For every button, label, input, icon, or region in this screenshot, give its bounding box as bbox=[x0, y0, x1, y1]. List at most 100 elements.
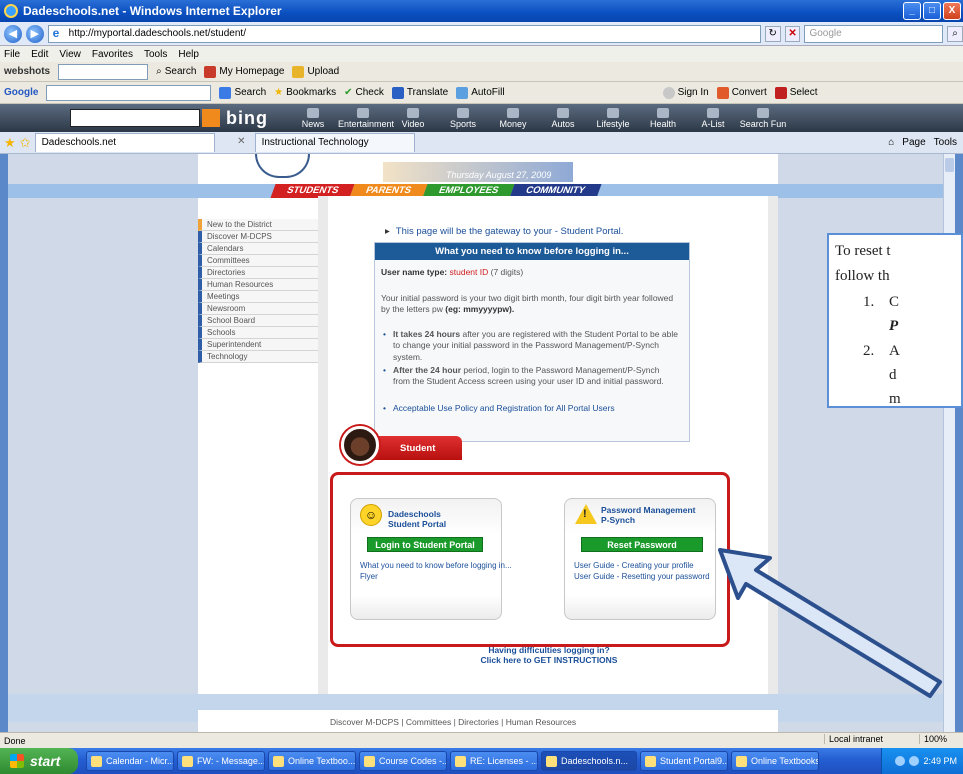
close-button[interactable]: X bbox=[943, 2, 961, 20]
date-text: Thursday August 27, 2009 bbox=[446, 170, 552, 180]
username-info: User name type: student ID (7 digits) bbox=[381, 267, 681, 278]
side-item-human-resources[interactable]: Human Resources bbox=[198, 279, 318, 291]
side-item-newsroom[interactable]: Newsroom bbox=[198, 303, 318, 315]
login-student-portal-button[interactable]: Login to Student Portal bbox=[367, 537, 483, 552]
search-icon[interactable]: ⌕ bbox=[947, 25, 963, 42]
upload-icon bbox=[292, 65, 305, 78]
webshots-search-button[interactable]: ⌕ Search bbox=[156, 66, 196, 77]
upload-button[interactable]: Upload bbox=[292, 65, 339, 78]
before-login-link[interactable]: What you need to know before logging in.… bbox=[360, 561, 512, 570]
bing-tab-entertainment[interactable]: Entertainment bbox=[338, 107, 394, 129]
tab-instructional-technology[interactable]: Instructional Technology bbox=[254, 133, 415, 152]
footer-links[interactable]: Discover M-DCPS | Committees | Directori… bbox=[330, 717, 576, 727]
task-fw-message[interactable]: FW: - Message... bbox=[177, 751, 265, 771]
search-input[interactable]: Google bbox=[804, 24, 944, 43]
tray-icon[interactable] bbox=[909, 756, 920, 766]
mail-icon bbox=[364, 755, 375, 767]
bing-tab-alist[interactable]: A-List bbox=[688, 107, 738, 129]
menu-edit[interactable]: Edit bbox=[31, 49, 48, 60]
check-button[interactable]: ✔ Check bbox=[344, 87, 384, 98]
task-online-textbooks-1[interactable]: Online Textboo... bbox=[268, 751, 356, 771]
tab-close-icon[interactable]: ✕ bbox=[237, 136, 245, 147]
translate-icon bbox=[391, 86, 404, 99]
bing-tab-sports[interactable]: Sports bbox=[438, 107, 488, 129]
bing-tab-lifestyle[interactable]: Lifestyle bbox=[588, 107, 638, 129]
side-item-calendars[interactable]: Calendars bbox=[198, 243, 318, 255]
get-instructions-link[interactable]: Having difficulties logging in? Click he… bbox=[474, 645, 624, 666]
my-homepage-button[interactable]: My Homepage bbox=[204, 65, 284, 78]
tray-icon[interactable] bbox=[895, 756, 906, 766]
forward-button[interactable]: ▶ bbox=[25, 24, 44, 43]
start-button[interactable]: start bbox=[0, 748, 78, 774]
favorites-star-icon[interactable]: ★ bbox=[4, 135, 16, 151]
back-button[interactable]: ◀ bbox=[4, 24, 22, 43]
menu-view[interactable]: View bbox=[59, 49, 81, 60]
mail-icon bbox=[182, 755, 193, 767]
menu-tools[interactable]: Tools bbox=[144, 49, 167, 60]
task-dadeschools-label: Dadeschools.n... bbox=[561, 756, 629, 766]
tab-dadeschools[interactable]: Dadeschools.net ✕ bbox=[34, 133, 246, 152]
search-icon: ⌕ bbox=[156, 66, 162, 77]
flyer-link[interactable]: Flyer bbox=[360, 572, 378, 581]
autofill-button[interactable]: AutoFill bbox=[456, 86, 505, 99]
convert-button[interactable]: Convert bbox=[716, 86, 767, 99]
bing-tab-health[interactable]: Health bbox=[638, 107, 688, 129]
task-student-portal[interactable]: Student Portal9... bbox=[640, 751, 728, 771]
google-search-input[interactable] bbox=[46, 84, 212, 101]
tools-menu[interactable]: Tools bbox=[934, 137, 957, 148]
side-item-school-board[interactable]: School Board bbox=[198, 315, 318, 327]
menu-favorites[interactable]: Favorites bbox=[92, 49, 133, 60]
task-course-codes[interactable]: Course Codes -... bbox=[359, 751, 447, 771]
signin-button[interactable]: Sign In bbox=[662, 86, 709, 99]
page-menu[interactable]: Page bbox=[902, 137, 925, 148]
instruction-callout: To reset t follow th 1. C P 2. A d m bbox=[827, 233, 963, 408]
info-box: What you need to know before logging in.… bbox=[374, 242, 690, 442]
side-item-directories[interactable]: Directories bbox=[198, 267, 318, 279]
side-item-schools[interactable]: Schools bbox=[198, 327, 318, 339]
callout-item2-a: A bbox=[889, 343, 900, 359]
bing-tab-video[interactable]: Video bbox=[388, 107, 438, 129]
task-re-licenses[interactable]: RE: Licenses - ... bbox=[450, 751, 538, 771]
google-search-button[interactable]: Search bbox=[219, 86, 266, 99]
side-item-superintendent[interactable]: Superintendent bbox=[198, 339, 318, 351]
webshots-search-input[interactable] bbox=[58, 63, 149, 80]
star-icon: ★ bbox=[274, 87, 284, 98]
translate-label: Translate bbox=[406, 87, 449, 98]
bing-search-button[interactable] bbox=[202, 109, 220, 127]
creating-profile-link[interactable]: User Guide - Creating your profile bbox=[574, 561, 694, 570]
task-calendar[interactable]: Calendar - Micr... bbox=[86, 751, 174, 771]
info-heading: What you need to know before logging in.… bbox=[375, 243, 689, 260]
url-input[interactable]: http://myportal.dadeschools.net/student/ bbox=[47, 24, 761, 43]
side-item-meetings[interactable]: Meetings bbox=[198, 291, 318, 303]
menu-file[interactable]: File bbox=[4, 49, 20, 60]
zoom-level[interactable]: 100% bbox=[918, 734, 947, 744]
bing-tab-searchfun[interactable]: Search Fun bbox=[738, 107, 788, 129]
refresh-icon[interactable]: ↻ bbox=[764, 25, 781, 42]
tab-dadeschools-label: Dadeschools.net bbox=[41, 137, 117, 148]
side-item-committees[interactable]: Committees bbox=[198, 255, 318, 267]
bing-search-input[interactable] bbox=[70, 109, 200, 127]
translate-button[interactable]: Translate bbox=[391, 86, 449, 99]
stop-icon[interactable]: ✕ bbox=[784, 25, 801, 42]
security-zone: Local intranet bbox=[823, 734, 883, 744]
home-icon[interactable]: ⌂ bbox=[888, 137, 894, 148]
side-item-new[interactable]: New to the District bbox=[198, 219, 318, 231]
side-item-discover[interactable]: Discover M-DCPS bbox=[198, 231, 318, 243]
bing-tab-autos[interactable]: Autos bbox=[538, 107, 588, 129]
maximize-button[interactable]: □ bbox=[923, 2, 941, 20]
menu-help[interactable]: Help bbox=[178, 49, 199, 60]
resetting-password-link[interactable]: User Guide - Resetting your password bbox=[574, 572, 710, 581]
task-dadeschools[interactable]: Dadeschools.n... bbox=[541, 751, 637, 771]
select-button[interactable]: Select bbox=[774, 86, 818, 99]
side-item-technology[interactable]: Technology bbox=[198, 351, 318, 363]
bookmarks-button[interactable]: ★ Bookmarks bbox=[274, 87, 336, 98]
pointer-arrow-icon bbox=[718, 548, 942, 698]
bing-tab-money[interactable]: Money bbox=[488, 107, 538, 129]
minimize-button[interactable]: _ bbox=[903, 2, 921, 20]
task-online-textbooks-2[interactable]: Online Textbooks bbox=[731, 751, 819, 771]
add-favorite-icon[interactable]: ✩ bbox=[20, 135, 31, 151]
aup-link[interactable]: Acceptable Use Policy and Registration f… bbox=[383, 403, 678, 415]
reset-password-button[interactable]: Reset Password bbox=[581, 537, 703, 552]
bing-tab-news[interactable]: News bbox=[288, 107, 338, 129]
task-online-textbooks-1-label: Online Textboo... bbox=[288, 756, 356, 766]
